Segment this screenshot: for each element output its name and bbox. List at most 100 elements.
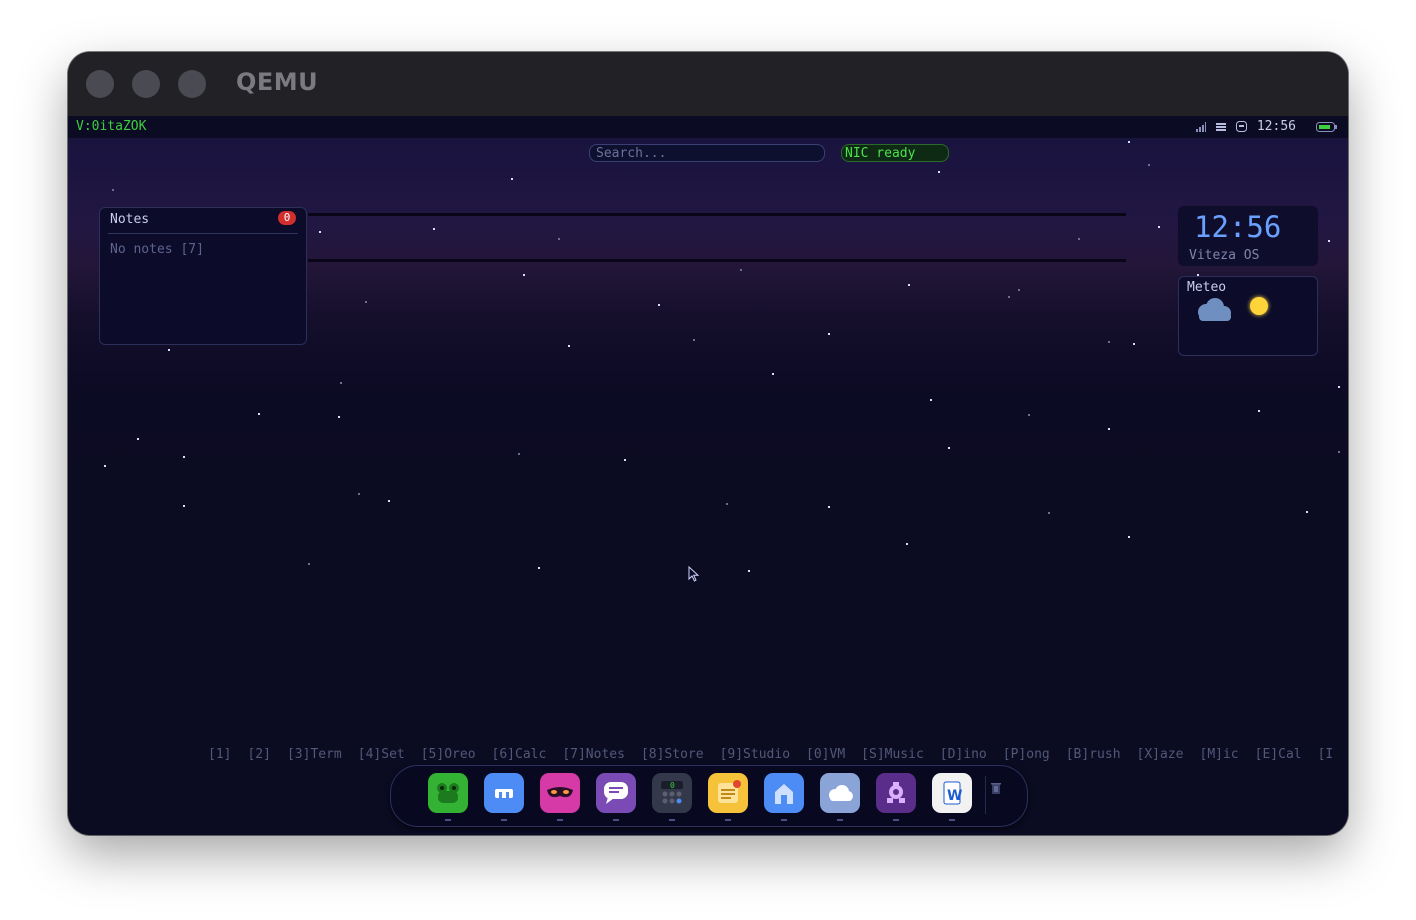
star: [137, 438, 139, 440]
dock-indicator: [445, 819, 451, 821]
shortcut-item[interactable]: [X]aze: [1137, 747, 1184, 762]
star: [1338, 451, 1340, 453]
star: [183, 456, 185, 458]
dock-indicator: [669, 819, 675, 821]
star: [558, 238, 560, 240]
frog-app-icon[interactable]: [428, 773, 468, 813]
dock-app-list: 0W: [428, 773, 972, 821]
star: [693, 339, 695, 341]
mask-app-icon[interactable]: [540, 773, 580, 813]
star: [168, 349, 170, 351]
star: [1328, 240, 1330, 242]
dock-item[interactable]: [764, 773, 804, 821]
window-title: QEMU: [236, 68, 319, 96]
dock-item[interactable]: [820, 773, 860, 821]
close-button[interactable]: [86, 70, 114, 98]
star: [338, 416, 340, 418]
shortcut-item[interactable]: [P]ong: [1003, 747, 1050, 762]
sun-icon: [1250, 297, 1268, 315]
shortcut-item[interactable]: [E]Cal: [1255, 747, 1302, 762]
star: [1338, 386, 1340, 388]
dock-item[interactable]: [540, 773, 580, 821]
dock-item[interactable]: [596, 773, 636, 821]
dock-item[interactable]: [428, 773, 468, 821]
svg-text:W: W: [947, 788, 962, 804]
star: [930, 399, 932, 401]
star: [1078, 238, 1080, 240]
volume-icon[interactable]: [1235, 121, 1247, 132]
star: [938, 171, 940, 173]
shortcut-item[interactable]: [9]Studio: [720, 747, 790, 762]
dock-indicator: [893, 819, 899, 821]
weather-app-icon[interactable]: [820, 773, 860, 813]
dock-indicator: [557, 819, 563, 821]
shortcut-item[interactable]: [6]Calc: [492, 747, 547, 762]
chat-app-icon[interactable]: [596, 773, 636, 813]
menu-icon[interactable]: [1215, 122, 1226, 132]
shortcut-item[interactable]: [8]Store: [641, 747, 704, 762]
shortcut-item[interactable]: [D]ino: [940, 747, 987, 762]
clock-widget: 12:56 Viteza OS: [1178, 206, 1318, 266]
studio-app-icon[interactable]: [876, 773, 916, 813]
qemu-window: QEMU V:0itaZOK 12:56 Search... NIC ready…: [68, 52, 1348, 835]
star: [538, 567, 540, 569]
writer-app-icon[interactable]: W: [932, 773, 972, 813]
dock-indicator: [613, 819, 619, 821]
dock-indicator: [501, 819, 507, 821]
star: [511, 178, 513, 180]
calculator-app-icon[interactable]: 0: [652, 773, 692, 813]
meteo-widget[interactable]: Meteo: [1178, 276, 1318, 356]
shortcut-item[interactable]: [4]Set: [358, 747, 405, 762]
star: [1128, 141, 1130, 143]
notes-widget[interactable]: Notes 0 No notes [7]: [99, 207, 307, 345]
star: [112, 189, 114, 191]
star: [518, 453, 520, 455]
trash-icon[interactable]: [991, 782, 1001, 794]
shortcut-item[interactable]: [5]Oreo: [421, 747, 476, 762]
minimize-button[interactable]: [132, 70, 160, 98]
dock-item[interactable]: 0: [652, 773, 692, 821]
shortcut-item[interactable]: [0]VM: [806, 747, 845, 762]
notes-app-icon[interactable]: [708, 773, 748, 813]
signal-icon: [1195, 121, 1206, 132]
battery-icon: [1316, 121, 1337, 132]
star: [828, 506, 830, 508]
search-input[interactable]: Search...: [589, 144, 825, 162]
shortcut-item[interactable]: [I: [1318, 747, 1334, 762]
star: [183, 505, 185, 507]
zoom-button[interactable]: [178, 70, 206, 98]
shortcut-item[interactable]: [7]Notes: [562, 747, 625, 762]
dock-item[interactable]: [876, 773, 916, 821]
shortcut-item[interactable]: [S]Music: [861, 747, 924, 762]
star: [740, 269, 742, 271]
system-tray: 12:56: [1195, 119, 1338, 134]
shortcut-item[interactable]: [3]Term: [287, 747, 342, 762]
dock-item[interactable]: [484, 773, 524, 821]
store-app-icon[interactable]: [764, 773, 804, 813]
shortcut-item[interactable]: [1]: [208, 747, 231, 762]
svg-text:0: 0: [670, 781, 675, 790]
os-status-label: V:0itaZOK: [76, 119, 147, 134]
notes-count-badge[interactable]: 0: [278, 211, 296, 225]
cloud-icon: [1198, 298, 1231, 321]
star: [1158, 226, 1160, 228]
star: [658, 304, 660, 306]
star: [1133, 343, 1135, 345]
banner-bottom-line: [308, 259, 1126, 262]
shortcut-item[interactable]: [2]: [247, 747, 270, 762]
shortcut-item[interactable]: [M]ic: [1200, 747, 1239, 762]
dock-separator: [985, 776, 986, 814]
dock-item[interactable]: W: [932, 773, 972, 821]
star: [433, 228, 435, 230]
dock-item[interactable]: [708, 773, 748, 821]
star: [1148, 164, 1150, 166]
shortcut-item[interactable]: [B]rush: [1066, 747, 1121, 762]
notes-divider: [108, 233, 298, 234]
dock-indicator: [725, 819, 731, 821]
settings-app-icon[interactable]: [484, 773, 524, 813]
nic-status-badge: NIC ready: [841, 144, 949, 162]
star: [726, 503, 728, 505]
os-name-label: Viteza OS: [1189, 248, 1260, 263]
star: [358, 493, 360, 495]
star: [523, 274, 525, 276]
